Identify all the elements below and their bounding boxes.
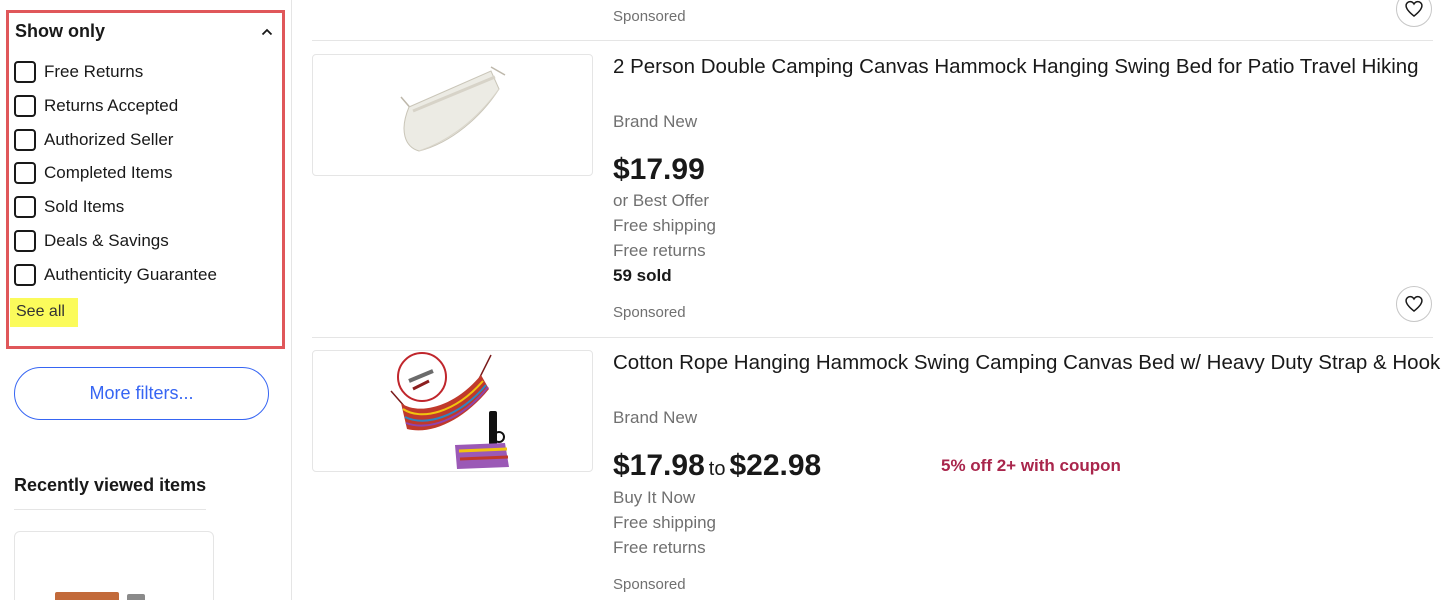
show-only-filter-panel: Show only Free Returns Returns Accepted … xyxy=(6,10,285,349)
chevron-up-icon[interactable] xyxy=(259,24,275,40)
listing-title[interactable]: 2 Person Double Camping Canvas Hammock H… xyxy=(613,54,1443,80)
more-filters-button[interactable]: More filters... xyxy=(14,367,269,420)
filter-option-label: Free Returns xyxy=(44,62,144,81)
divider xyxy=(14,509,206,510)
listing-offer: or Best Offer xyxy=(613,191,710,210)
sponsored-label: Sponsored xyxy=(613,8,686,25)
filter-option-label: Deals & Savings xyxy=(44,231,169,250)
show-only-header[interactable]: Show only xyxy=(15,20,275,46)
filter-option-deals-savings[interactable]: Deals & Savings xyxy=(14,228,274,254)
listing-shipping: Free shipping xyxy=(613,513,717,532)
price-range-separator: to xyxy=(708,458,726,480)
recently-viewed-thumbnail xyxy=(55,592,119,600)
favorite-button[interactable] xyxy=(1396,0,1432,27)
filter-option-completed-items[interactable]: Completed Items xyxy=(14,160,274,186)
sponsored-label: Sponsored xyxy=(613,576,686,593)
show-only-title: Show only xyxy=(15,21,105,41)
filter-option-label: Completed Items xyxy=(44,163,173,182)
sponsored-label: Sponsored xyxy=(613,304,686,321)
listing-image[interactable] xyxy=(312,350,593,472)
see-all-link[interactable]: See all xyxy=(10,298,78,327)
filter-option-label: Authenticity Guarantee xyxy=(44,265,217,284)
listing-condition: Brand New xyxy=(613,112,698,131)
listing-returns: Free returns xyxy=(613,241,706,260)
checkbox[interactable] xyxy=(14,162,36,184)
coupon-offer[interactable]: 5% off 2+ with coupon xyxy=(941,456,1121,476)
listing-condition: Brand New xyxy=(613,408,698,427)
checkbox[interactable] xyxy=(14,61,36,83)
checkbox[interactable] xyxy=(14,264,36,286)
listing-title[interactable]: Cotton Rope Hanging Hammock Swing Campin… xyxy=(613,350,1443,376)
filter-option-returns-accepted[interactable]: Returns Accepted xyxy=(14,93,274,119)
price-high: $22.98 xyxy=(729,449,822,482)
filter-option-authorized-seller[interactable]: Authorized Seller xyxy=(14,127,274,153)
listing-returns: Free returns xyxy=(613,538,706,557)
filter-option-free-returns[interactable]: Free Returns xyxy=(14,59,274,85)
listing-buy-format: Buy It Now xyxy=(613,488,696,507)
listing-price: $17.99 xyxy=(613,153,705,186)
filter-sidebar: Show only Free Returns Returns Accepted … xyxy=(0,0,292,600)
listing-divider xyxy=(312,40,1433,41)
listing-divider xyxy=(312,337,1433,338)
recently-viewed-thumbnail-detail xyxy=(127,594,145,600)
filter-option-label: Authorized Seller xyxy=(44,130,174,149)
recently-viewed-title: Recently viewed items xyxy=(14,475,207,495)
checkbox[interactable] xyxy=(14,196,36,218)
heart-icon xyxy=(1405,0,1423,18)
hammock-image xyxy=(400,66,506,152)
filter-option-label: Returns Accepted xyxy=(44,96,179,115)
recently-viewed-card[interactable] xyxy=(14,531,214,600)
listing-shipping: Free shipping xyxy=(613,216,717,235)
favorite-button[interactable] xyxy=(1396,286,1432,322)
checkbox[interactable] xyxy=(14,230,36,252)
filter-option-authenticity-guarantee[interactable]: Authenticity Guarantee xyxy=(14,262,274,288)
price-low: $17.98 xyxy=(613,449,705,482)
checkbox[interactable] xyxy=(14,95,36,117)
filter-option-sold-items[interactable]: Sold Items xyxy=(14,194,274,220)
checkbox[interactable] xyxy=(14,129,36,151)
rope-hammock-image xyxy=(390,352,509,469)
listing-price-range: $17.98 to $22.98 xyxy=(613,449,821,483)
listing-image[interactable] xyxy=(312,54,593,176)
filter-option-label: Sold Items xyxy=(44,197,125,216)
heart-icon xyxy=(1405,295,1423,313)
listing-sold-count: 59 sold xyxy=(613,266,672,285)
